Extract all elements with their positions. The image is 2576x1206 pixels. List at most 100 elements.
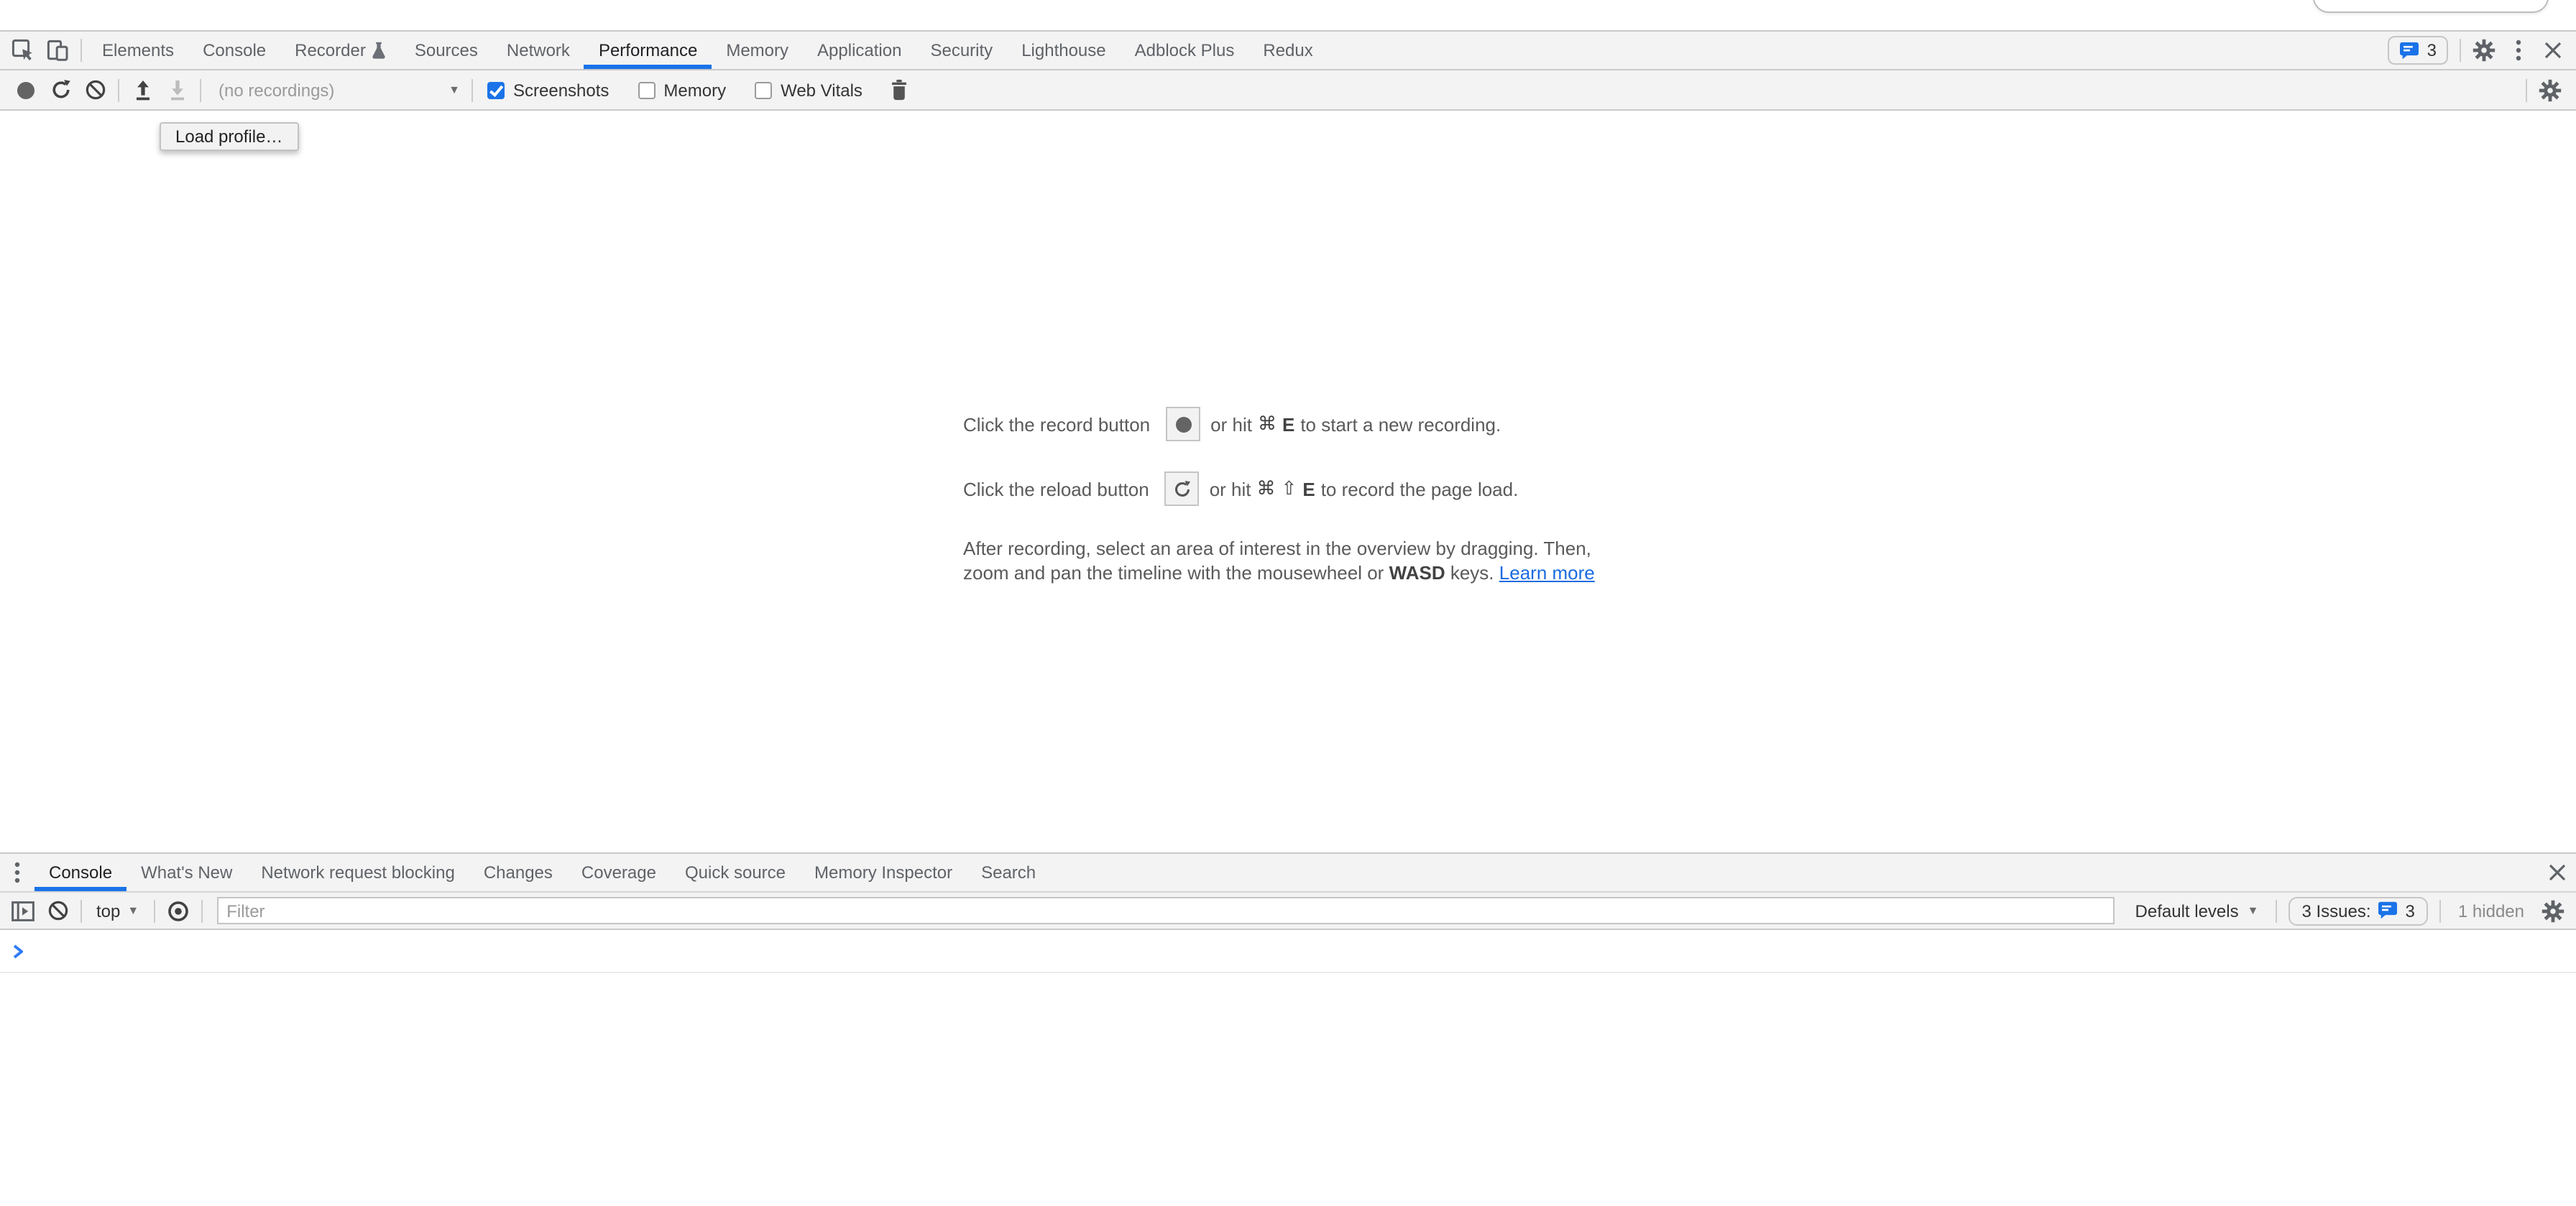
close-devtools-icon[interactable] xyxy=(2536,32,2570,69)
drawer-tab-quick-source[interactable]: Quick source xyxy=(671,854,800,891)
inspected-page-strip xyxy=(0,0,2576,30)
log-levels-dropdown[interactable]: Default levels ▼ xyxy=(2124,901,2271,921)
clear-recordings-icon[interactable] xyxy=(78,71,112,109)
reload-instruction-row: Click the reload button or hit ⌘ ⇧ E to … xyxy=(963,471,1619,506)
console-issues-count: 3 xyxy=(2406,901,2415,921)
issues-chat-icon xyxy=(2378,901,2398,920)
record-button[interactable] xyxy=(9,71,43,109)
capture-settings-gear-icon[interactable] xyxy=(2533,71,2567,109)
save-profile-icon xyxy=(160,71,194,109)
tab-recorder[interactable]: Recorder xyxy=(280,32,400,69)
tab-performance[interactable]: Performance xyxy=(584,32,712,69)
inline-record-button[interactable] xyxy=(1166,407,1200,441)
toolbar-separator xyxy=(2439,899,2441,922)
console-toolbar: top ▼ Default levels ▼ 3 Issues: xyxy=(0,891,2576,930)
show-console-sidebar-icon[interactable] xyxy=(6,893,40,928)
issues-chat-icon xyxy=(2400,41,2420,60)
console-issues-button[interactable]: 3 Issues: 3 xyxy=(2288,896,2427,925)
drawer-tab-memory-inspector[interactable]: Memory Inspector xyxy=(800,854,967,891)
tab-redux[interactable]: Redux xyxy=(1248,32,1327,69)
more-options-kebab-icon[interactable] xyxy=(2501,32,2536,69)
issues-label: 3 Issues: xyxy=(2301,901,2370,921)
reload-icon xyxy=(1173,479,1192,498)
drawer-tab-whats-new[interactable]: What's New xyxy=(126,854,247,891)
devtools-window: Elements Console Recorder Sources Networ… xyxy=(0,0,2576,1206)
tab-network[interactable]: Network xyxy=(492,32,584,69)
memory-checkbox-group[interactable]: Memory xyxy=(638,80,746,100)
drawer-more-tools-kebab-icon[interactable] xyxy=(0,854,34,891)
experiment-flask-icon xyxy=(373,42,386,59)
drawer-tab-search[interactable]: Search xyxy=(967,854,1050,891)
record-circle-icon xyxy=(1175,416,1191,432)
page-pill-element xyxy=(2313,0,2549,13)
tab-elements[interactable]: Elements xyxy=(88,32,188,69)
chevron-down-icon: ▼ xyxy=(127,905,139,916)
cmd-key-glyph: ⌘ xyxy=(1258,413,1276,436)
record-instruction-row: Click the record button or hit ⌘ E to st… xyxy=(963,407,1619,441)
chevron-down-icon: ▼ xyxy=(448,84,460,96)
tab-security[interactable]: Security xyxy=(916,32,1007,69)
learn-more-link[interactable]: Learn more xyxy=(1499,562,1595,584)
settings-gear-icon[interactable] xyxy=(2467,32,2501,69)
toolbar-separator xyxy=(472,78,473,101)
load-profile-icon[interactable] xyxy=(125,71,160,109)
issues-counter-button[interactable]: 3 xyxy=(2388,36,2448,65)
close-drawer-icon[interactable] xyxy=(2539,854,2576,891)
toolbar-separator xyxy=(2526,78,2527,101)
tab-memory[interactable]: Memory xyxy=(712,32,803,69)
toolbar-separator xyxy=(200,78,201,101)
garbage-collect-trash-icon[interactable] xyxy=(883,71,917,109)
web-vitals-checkbox-group[interactable]: Web Vitals xyxy=(755,80,883,100)
javascript-context-dropdown[interactable]: top ▼ xyxy=(88,901,147,921)
web-vitals-label: Web Vitals xyxy=(781,80,862,100)
clear-console-icon[interactable] xyxy=(40,893,75,928)
toolbar-separator xyxy=(2460,39,2461,62)
toolbar-separator xyxy=(80,39,82,62)
screenshots-checkbox-group[interactable]: Screenshots xyxy=(487,80,629,100)
performance-toolbar: (no recordings) ▼ Screenshots Memory Web… xyxy=(0,70,2576,111)
toolbar-separator xyxy=(153,899,155,922)
drawer-tab-coverage[interactable]: Coverage xyxy=(567,854,671,891)
console-filter-input[interactable] xyxy=(216,897,2115,924)
context-label: top xyxy=(96,901,120,921)
wasd-keys-bold: WASD xyxy=(1389,562,1445,584)
tab-console[interactable]: Console xyxy=(188,32,280,69)
hidden-messages-label: 1 hidden xyxy=(2458,901,2524,921)
toolbar-separator xyxy=(118,78,119,101)
drawer-tab-network-request-blocking[interactable]: Network request blocking xyxy=(247,854,469,891)
drawer-tab-console[interactable]: Console xyxy=(34,854,126,891)
console-prompt-row[interactable] xyxy=(0,930,2576,973)
device-toolbar-icon[interactable] xyxy=(40,32,75,69)
recordings-dropdown[interactable]: (no recordings) ▼ xyxy=(207,80,466,100)
inline-reload-button[interactable] xyxy=(1165,471,1200,506)
toolbar-separator xyxy=(2276,899,2277,922)
landing-help-paragraph: After recording, select an area of inter… xyxy=(963,536,1619,585)
performance-landing-instructions: Click the record button or hit ⌘ E to st… xyxy=(963,407,1619,585)
performance-panel: Load profile… Click the record button or… xyxy=(0,111,2576,852)
tab-sources[interactable]: Sources xyxy=(400,32,492,69)
toolbar-separator xyxy=(80,899,82,922)
console-empty-area[interactable] xyxy=(0,973,2576,1206)
e-key-glyph: E xyxy=(1302,478,1315,500)
cmd-key-glyph: ⌘ xyxy=(1257,477,1276,500)
tab-application[interactable]: Application xyxy=(803,32,916,69)
drawer-tabbar: Console What's New Network request block… xyxy=(0,852,2576,891)
inspect-element-icon[interactable] xyxy=(6,32,40,69)
shift-key-glyph: ⇧ xyxy=(1282,477,1297,500)
issues-count: 3 xyxy=(2427,40,2437,60)
memory-checkbox[interactable] xyxy=(638,81,655,98)
tab-adblock-plus[interactable]: Adblock Plus xyxy=(1121,32,1249,69)
toolbar-separator xyxy=(201,899,202,922)
recordings-dropdown-label: (no recordings) xyxy=(218,80,334,100)
console-prompt-chevron-icon xyxy=(13,944,23,958)
e-key-glyph: E xyxy=(1282,413,1294,435)
load-profile-tooltip: Load profile… xyxy=(160,122,298,151)
create-live-expression-eye-icon[interactable] xyxy=(160,893,195,928)
tab-lighthouse[interactable]: Lighthouse xyxy=(1007,32,1120,69)
drawer-tab-changes[interactable]: Changes xyxy=(469,854,567,891)
reload-and-record-button[interactable] xyxy=(43,71,78,109)
web-vitals-checkbox[interactable] xyxy=(755,81,772,98)
console-settings-gear-icon[interactable] xyxy=(2536,893,2570,928)
screenshots-checkbox[interactable] xyxy=(487,81,505,98)
memory-label: Memory xyxy=(663,80,726,100)
